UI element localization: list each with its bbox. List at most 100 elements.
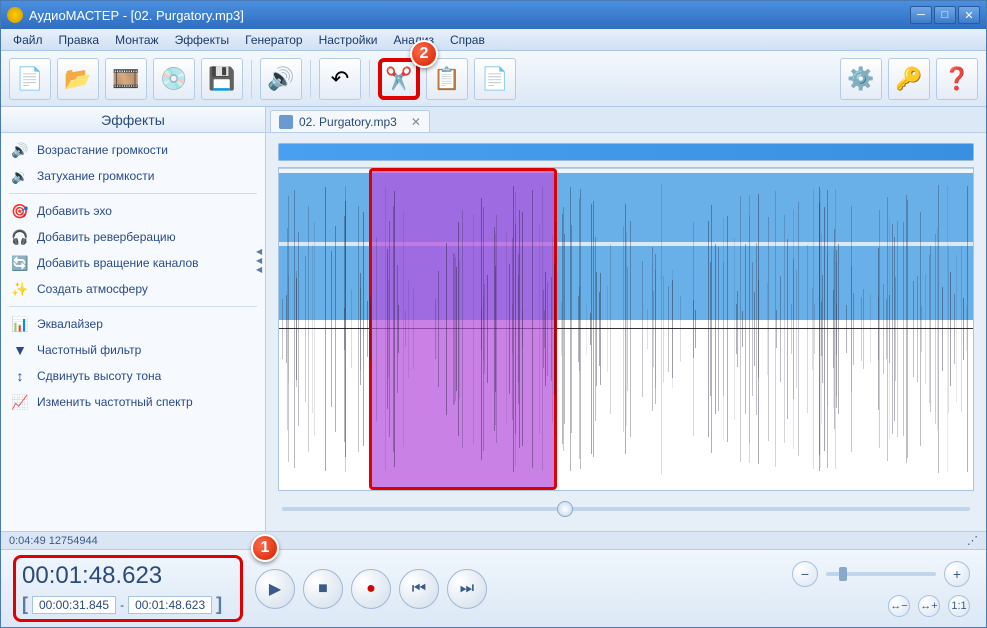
license-button[interactable]: 🔑 (888, 58, 930, 100)
waveform-display[interactable] (278, 167, 974, 491)
forward-button[interactable]: ⏭ (447, 569, 487, 609)
effect-separator (9, 306, 257, 307)
range-dash: - (120, 598, 124, 612)
time-panel: 00:01:48.623 [ 00:00:31.845 - 00:01:48.6… (13, 555, 243, 622)
effect-spectrum[interactable]: 📈 Изменить частотный спектр (1, 389, 265, 415)
reverb-icon: 🎧 (11, 228, 29, 246)
zoom-in-button[interactable]: + (944, 561, 970, 587)
play-button[interactable]: ▶ (255, 569, 295, 609)
waveform-minimap[interactable] (278, 143, 974, 161)
effect-atmosphere[interactable]: ✨ Создать атмосферу (1, 276, 265, 302)
pitch-icon: ↕ (11, 367, 29, 385)
effect-label: Добавить реверберацию (37, 230, 176, 244)
import-video-button[interactable]: 🎞️ (105, 58, 147, 100)
close-button[interactable]: ✕ (958, 6, 980, 24)
zoom-out-button[interactable]: − (792, 561, 818, 587)
effect-label: Сдвинуть высоту тона (37, 369, 161, 383)
effect-reverb[interactable]: 🎧 Добавить реверберацию (1, 224, 265, 250)
spectrum-icon: 📈 (11, 393, 29, 411)
app-icon (7, 7, 23, 23)
effect-label: Добавить вращение каналов (37, 256, 199, 270)
status-bar: 0:04:49 12754944 ⋰ (1, 531, 986, 549)
menu-generator[interactable]: Генератор (237, 31, 310, 49)
volume-up-icon: 🔊 (11, 141, 29, 159)
bracket-left: [ (22, 594, 28, 615)
slider-thumb[interactable] (557, 501, 573, 517)
paste-button[interactable]: 📄 (474, 58, 516, 100)
open-file-button[interactable]: 📂 (57, 58, 99, 100)
effect-rotation[interactable]: 🔄 Добавить вращение каналов (1, 250, 265, 276)
menu-help[interactable]: Справ (442, 31, 493, 49)
effect-equalizer[interactable]: 📊Эквалайзер (1, 311, 265, 337)
effect-volume-down[interactable]: 🔉 Затухание громкости (1, 163, 265, 189)
effects-list: 🔊 Возрастание громкости 🔉 Затухание громко… (1, 133, 265, 531)
help-button[interactable]: ❓ (936, 58, 978, 100)
tab-close-button[interactable]: ✕ (411, 115, 421, 129)
annotation-2: 2 (410, 40, 438, 68)
effect-label: Изменить частотный спектр (37, 395, 193, 409)
record-button[interactable]: ● (351, 569, 391, 609)
selection-end-input[interactable]: 00:01:48.623 (128, 596, 212, 614)
annotation-1: 1 (251, 534, 279, 562)
effect-pitch[interactable]: ↕ Сдвинуть высоту тона (1, 363, 265, 389)
cut-button[interactable]: ✂️ 2 (378, 58, 420, 100)
undo-button[interactable]: ↶ (319, 58, 361, 100)
menu-settings[interactable]: Настройки (311, 31, 386, 49)
atmosphere-icon: ✨ (11, 280, 29, 298)
toolbar-separator (310, 60, 311, 98)
bracket-right: ] (216, 594, 222, 615)
tab-bar: 02. Purgatory.mp3 ✕ (266, 107, 986, 133)
equalizer-icon: 📊 (11, 315, 29, 333)
effect-volume-up[interactable]: 🔊 Возрастание громкости (1, 137, 265, 163)
maximize-button[interactable]: □ (934, 6, 956, 24)
effect-label: Добавить эхо (37, 204, 112, 218)
file-tab[interactable]: 02. Purgatory.mp3 ✕ (270, 110, 430, 132)
menu-effects[interactable]: Эффекты (167, 31, 238, 49)
menubar: Файл Правка Монтаж Эффекты Генератор Нас… (1, 29, 986, 51)
toolbar-separator (369, 60, 370, 98)
zoom-h-in-button[interactable]: ↔+ (918, 595, 940, 617)
rotation-icon: 🔄 (11, 254, 29, 272)
selection-start-input[interactable]: 00:00:31.845 (32, 596, 116, 614)
effect-label: Создать атмосферу (37, 282, 148, 296)
effect-separator (9, 193, 257, 194)
minimize-button[interactable]: ─ (910, 6, 932, 24)
zoom-h-out-button[interactable]: ↔− (888, 595, 910, 617)
effect-echo[interactable]: 🎯 Добавить эхо (1, 198, 265, 224)
rewind-button[interactable]: ⏮ (399, 569, 439, 609)
stop-button[interactable]: ■ (303, 569, 343, 609)
new-file-button[interactable]: 📄 (9, 58, 51, 100)
effect-freq-filter[interactable]: ▼ Частотный фильтр (1, 337, 265, 363)
status-grip-icon: ⋰ (967, 534, 978, 547)
effect-label: Возрастание громкости (37, 143, 168, 157)
effect-label: Затухание громкости (37, 169, 154, 183)
toolbar-separator (251, 60, 252, 98)
sidebar-title: Эффекты (1, 107, 265, 133)
settings-button[interactable]: ⚙️ (840, 58, 882, 100)
status-text: 0:04:49 12754944 (9, 535, 98, 547)
tab-label: 02. Purgatory.mp3 (299, 115, 397, 129)
time-slider[interactable] (278, 497, 974, 521)
filter-icon: ▼ (11, 341, 29, 359)
toolbar: 📄 📂 🎞️ 💿 💾 🔊 ↶ ✂️ 2 📋 📄 ⚙️ 🔑 ❓ (1, 51, 986, 107)
volume-down-icon: 🔉 (11, 167, 29, 185)
echo-icon: 🎯 (11, 202, 29, 220)
collapse-handle[interactable]: ◀◀◀ (256, 247, 266, 274)
audio-file-icon (279, 115, 293, 129)
menu-edit[interactable]: Правка (51, 31, 108, 49)
transport-panel: 1 00:01:48.623 [ 00:00:31.845 - 00:01:48… (1, 549, 986, 627)
zoom-controls: − + ↔− ↔+ 1:1 (499, 561, 974, 617)
menu-montage[interactable]: Монтаж (107, 31, 167, 49)
zoom-thumb[interactable] (839, 567, 847, 581)
import-cd-button[interactable]: 💿 (153, 58, 195, 100)
zoom-slider[interactable] (826, 572, 936, 576)
window-title: АудиоМАСТЕР - [02. Purgatory.mp3] (29, 8, 908, 23)
audio-settings-button[interactable]: 🔊 (260, 58, 302, 100)
current-time-display: 00:01:48.623 (22, 562, 234, 590)
menu-file[interactable]: Файл (5, 31, 51, 49)
effect-label: Частотный фильтр (37, 343, 141, 357)
save-button[interactable]: 💾 (201, 58, 243, 100)
zoom-fit-button[interactable]: 1:1 (948, 595, 970, 617)
titlebar: АудиоМАСТЕР - [02. Purgatory.mp3] ─ □ ✕ (1, 1, 986, 29)
transport-controls: ▶ ■ ● ⏮ ⏭ (255, 569, 487, 609)
